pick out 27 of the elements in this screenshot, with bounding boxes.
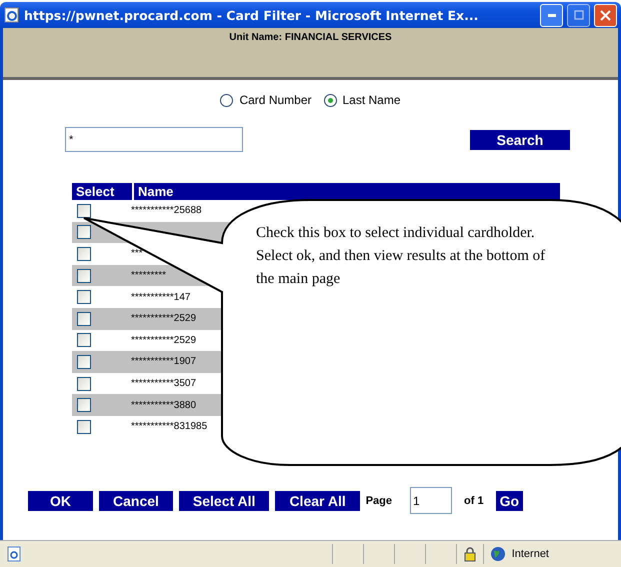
zone-label: Internet	[512, 548, 549, 560]
search-button[interactable]: Search	[470, 130, 570, 150]
callout-text: Check this box to select individual cardholder. Select ok, and then view results at the bottom of the main page	[256, 224, 546, 289]
page-field[interactable]: 1	[410, 487, 452, 514]
action-button[interactable]: Cancel	[99, 490, 173, 510]
page-label: Page	[366, 494, 392, 506]
radio-option[interactable]: Last Name	[324, 92, 401, 108]
table-cell: ***********3880	[131, 400, 196, 411]
column-header: Name	[137, 183, 174, 200]
radio-option[interactable]: Card Number	[220, 92, 312, 108]
window-title: https://pwnet.procard.com - Card Filter - Microsoft Internet Ex...	[24, 8, 480, 22]
action-button[interactable]: OK	[28, 490, 93, 510]
table-cell: ***********2529	[131, 334, 196, 346]
table-cell: ***********25688	[131, 205, 202, 216]
table-cell: ***********2529	[131, 313, 196, 324]
unit-name: Unit Name: FINANCIAL SERVICES	[229, 32, 392, 45]
table-cell: ***********147	[131, 292, 190, 303]
action-button[interactable]: Clear All	[275, 490, 360, 510]
table-cell: ***	[131, 248, 143, 260]
table-cell: ***********3507	[131, 378, 196, 390]
action-button[interactable]: Select All	[178, 490, 270, 510]
page-count: of 1	[464, 494, 484, 506]
go-button[interactable]: Go	[496, 490, 524, 510]
table-cell: ***********831985	[131, 421, 208, 432]
table-cell: *********	[131, 270, 166, 282]
table-cell: ***********1907	[131, 356, 196, 368]
search-field[interactable]: *	[65, 127, 243, 152]
